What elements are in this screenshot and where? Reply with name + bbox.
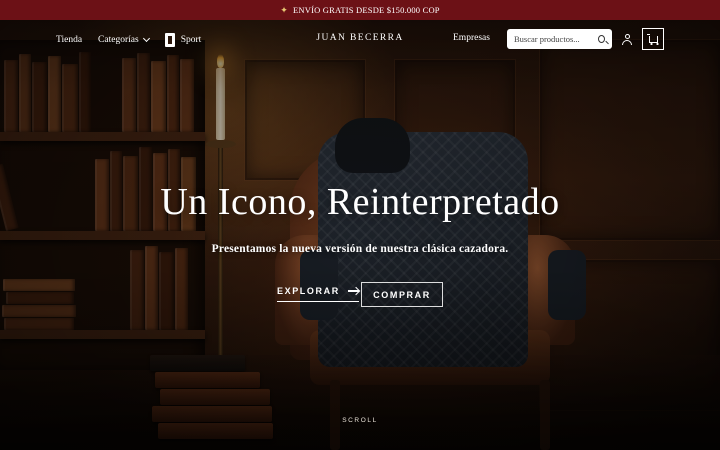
- buy-button[interactable]: COMPRAR: [361, 282, 443, 307]
- search-input[interactable]: [514, 34, 596, 44]
- user-account-icon[interactable]: [622, 34, 632, 45]
- brand-logo: JUAN BECERRA: [0, 33, 720, 43]
- hero-subtitle: Presentamos la nueva versión de nuestra …: [211, 243, 509, 255]
- explore-label: EXPLORAR: [277, 286, 340, 296]
- arrow-right-icon: [347, 290, 359, 292]
- search-icon[interactable]: [598, 35, 605, 43]
- nav-link-label: Empresas: [453, 33, 490, 43]
- scroll-indicator: SCROLL: [342, 417, 378, 424]
- cart-button[interactable]: [642, 28, 664, 50]
- hero-title: Un Icono, Reinterpretado: [160, 181, 560, 223]
- megaphone-icon: ✦: [280, 4, 289, 15]
- hero-background-image: [0, 0, 720, 450]
- cart-icon: [646, 34, 659, 45]
- explore-link[interactable]: EXPLORAR: [277, 286, 359, 302]
- announcement-bar: ✦ ENVÍO GRATIS DESDE $150.000 COP: [0, 0, 720, 20]
- brand-logo-link[interactable]: JUAN BECERRA: [316, 33, 403, 43]
- site-header: Tienda Categorías Sport JUAN BECERRA Emp…: [0, 20, 720, 60]
- announcement-text: ENVÍO GRATIS DESDE $150.000 COP: [293, 5, 440, 15]
- search-box: [507, 29, 612, 49]
- nav-link-empresas[interactable]: Empresas: [453, 33, 490, 43]
